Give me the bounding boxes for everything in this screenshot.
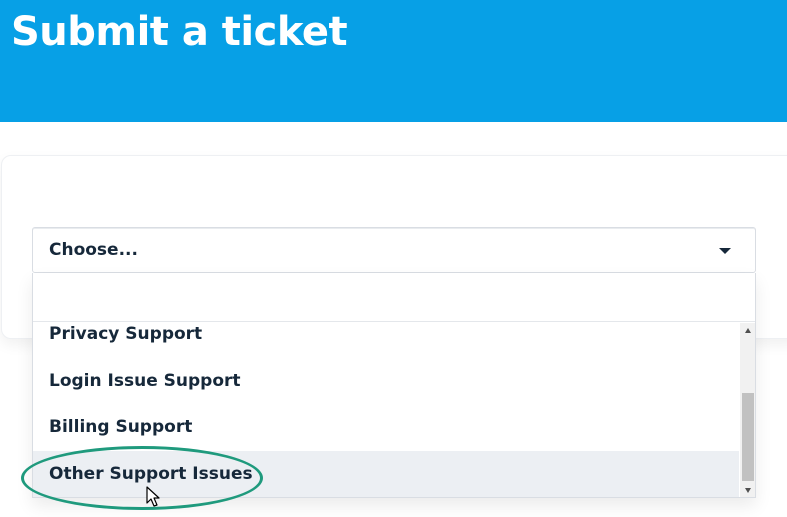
option-billing-support[interactable]: Billing Support [33,404,739,451]
page-header: Submit a ticket [0,0,787,122]
scroll-down-arrow-icon[interactable] [745,488,751,493]
category-select-value: Choose... [49,240,138,260]
option-privacy-support[interactable]: Privacy Support [33,323,739,358]
scroll-up-arrow-icon[interactable] [745,328,751,333]
dropdown-options-list: Privacy Support Login Issue Support Bill… [33,323,739,497]
option-login-issue-support[interactable]: Login Issue Support [33,358,739,405]
scroll-thumb[interactable] [742,393,754,481]
caret-down-icon[interactable] [719,248,731,254]
category-dropdown: Privacy Support Login Issue Support Bill… [32,273,756,498]
dropdown-scrollbar[interactable] [740,323,755,497]
category-select[interactable]: Choose... [32,227,756,273]
dropdown-search-input[interactable] [33,273,755,322]
option-other-support-issues[interactable]: Other Support Issues [33,451,739,497]
page-title: Submit a ticket [11,9,348,55]
